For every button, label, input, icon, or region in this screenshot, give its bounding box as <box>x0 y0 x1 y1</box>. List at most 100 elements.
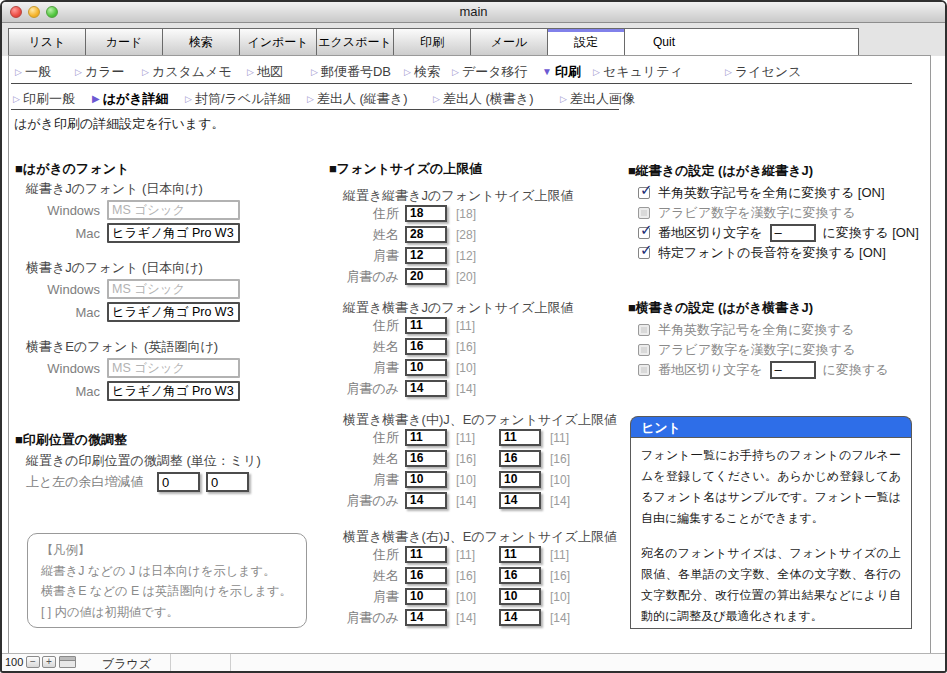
font-size-input[interactable]: 10 <box>499 471 541 488</box>
checkbox-fullwidth-vertical[interactable] <box>638 187 650 199</box>
nav-postal-db[interactable]: ▷郵便番号DB <box>311 63 391 81</box>
zoom-in-button[interactable]: + <box>42 656 56 668</box>
tab-list[interactable]: リスト <box>8 28 86 56</box>
layout-mode-icon[interactable] <box>59 656 76 668</box>
windows-font-input[interactable]: MS ゴシック <box>107 358 240 378</box>
nav-sender-vertical[interactable]: ▷差出人 (縦書き) <box>307 90 408 108</box>
nav-security[interactable]: ▷セキュリティ <box>593 63 683 81</box>
font-size-input[interactable]: 11 <box>499 429 541 446</box>
font-size-input[interactable]: 10 <box>499 588 541 605</box>
triangle-right-icon: ▷ <box>560 94 567 104</box>
font-size-input[interactable]: 20 <box>405 268 447 285</box>
checkbox-kansuji-vertical[interactable] <box>638 207 650 219</box>
font-size-input[interactable]: 16 <box>405 567 447 584</box>
font-size-input[interactable]: 14 <box>405 492 447 509</box>
nav-general[interactable]: ▷一般 <box>15 63 51 81</box>
mac-font-input[interactable]: ヒラギノ角ゴ Pro W3 <box>107 302 240 322</box>
nav-color[interactable]: ▷カラー <box>75 63 125 81</box>
font-size-input[interactable]: 11 <box>499 546 541 563</box>
margin-left-input[interactable]: 0 <box>206 472 249 492</box>
divider <box>230 654 231 671</box>
nav-search[interactable]: ▷検索 <box>404 63 440 81</box>
font-size-input[interactable]: 28 <box>405 226 447 243</box>
windows-font-input[interactable]: MS ゴシック <box>107 200 240 220</box>
nav-data-migration[interactable]: ▷データ移行 <box>452 63 528 81</box>
zoom-level: 100 <box>5 656 23 668</box>
separator-char-input[interactable]: – <box>770 224 816 242</box>
tab-settings[interactable]: 設定 <box>547 28 625 57</box>
tab-export[interactable]: エクスポート <box>316 28 394 56</box>
margin-top-input[interactable]: 0 <box>157 472 200 492</box>
nav-print-general[interactable]: ▷印刷一般 <box>13 90 75 108</box>
triangle-right-icon: ▷ <box>75 67 82 77</box>
font-size-input[interactable]: 10 <box>405 471 447 488</box>
checkbox-fullwidth-horizontal[interactable] <box>638 324 650 336</box>
nav-custom-memo[interactable]: ▷カスタムメモ <box>142 63 232 81</box>
triangle-right-icon: ▷ <box>247 67 254 77</box>
nav-print[interactable]: ▼印刷 <box>542 63 581 81</box>
font-size-input[interactable]: 14 <box>499 609 541 626</box>
section-print-position: ■印刷位置の微調整 <box>15 431 325 449</box>
triangle-right-icon: ▷ <box>593 67 600 77</box>
triangle-right-icon: ▷ <box>15 67 22 77</box>
divider <box>170 654 171 671</box>
window-title: main <box>2 4 945 19</box>
tab-print[interactable]: 印刷 <box>393 28 471 56</box>
triangle-right-icon: ▷ <box>311 67 318 77</box>
triangle-right-icon: ▷ <box>433 94 440 104</box>
checkbox-choonpu-vertical[interactable] <box>638 247 650 259</box>
tab-mail[interactable]: メール <box>470 28 548 56</box>
tab-card[interactable]: カード <box>85 28 163 56</box>
status-bar: 100 − + ブラウズ <box>2 653 945 671</box>
windows-font-input[interactable]: MS ゴシック <box>107 279 240 299</box>
nav-hagaki-detail[interactable]: ▶はがき詳細 <box>92 90 169 108</box>
checkbox-kansuji-horizontal[interactable] <box>638 344 650 356</box>
separator-char-input[interactable]: – <box>770 361 816 379</box>
hint-box: ヒント フォント一覧にお手持ちのフォントのフルネームを登録してください。あらかじ… <box>630 416 912 629</box>
nav-sender-horizontal[interactable]: ▷差出人 (横書き) <box>433 90 534 108</box>
triangle-right-icon: ▷ <box>452 67 459 77</box>
font-size-input[interactable]: 10 <box>405 359 447 376</box>
checkbox-separator-vertical[interactable] <box>638 227 650 239</box>
font-size-input[interactable]: 14 <box>405 380 447 397</box>
font-size-input[interactable]: 11 <box>405 317 447 334</box>
app-window: main リスト カード 検索 インポート エクスポート 印刷 メール 設定 Q… <box>0 0 947 673</box>
tab-search[interactable]: 検索 <box>162 28 240 56</box>
size-group-2: 横置き横書き(中)J、Eのフォントサイズ上限値 住所11[11]11[11] 姓… <box>329 411 629 509</box>
font-size-input[interactable]: 16 <box>405 450 447 467</box>
mac-font-input[interactable]: ヒラギノ角ゴ Pro W3 <box>107 223 240 243</box>
font-size-input[interactable]: 14 <box>499 492 541 509</box>
hint-title: ヒント <box>630 416 912 437</box>
mode-label: ブラウズ <box>102 656 151 673</box>
mac-font-input[interactable]: ヒラギノ角ゴ Pro W3 <box>107 381 240 401</box>
checkbox-separator-horizontal[interactable] <box>638 364 650 376</box>
font-size-input[interactable]: 16 <box>405 338 447 355</box>
tab-band: リスト カード 検索 インポート エクスポート 印刷 メール 設定 Quit <box>2 23 945 56</box>
tab-quit[interactable]: Quit <box>624 28 859 56</box>
font-size-input[interactable]: 16 <box>499 567 541 584</box>
legend-box: 【凡例】 縦書きJ などの J は日本向けを示します。 横書きE などの E は… <box>27 533 307 628</box>
font-size-input[interactable]: 11 <box>405 429 447 446</box>
font-size-input[interactable]: 18 <box>405 205 447 222</box>
font-size-input[interactable]: 10 <box>405 588 447 605</box>
font-size-input[interactable]: 14 <box>405 609 447 626</box>
nav-envelope-label[interactable]: ▷封筒/ラベル詳細 <box>185 90 290 108</box>
nav-map[interactable]: ▷地図 <box>247 63 283 81</box>
triangle-right-icon: ▷ <box>185 94 192 104</box>
section-horizontal-settings: ■横書きの設定 (はがき横書きJ) <box>628 299 928 317</box>
font-size-input[interactable]: 11 <box>405 546 447 563</box>
triangle-down-icon: ▼ <box>542 66 552 77</box>
page-description: はがき印刷の詳細設定を行います。 <box>14 115 224 133</box>
size-group-3: 横置き横書き(右)J、Eのフォントサイズ上限値 住所11[11]11[11] 姓… <box>329 528 629 626</box>
nav-license[interactable]: ▷ライセンス <box>725 63 801 81</box>
divider <box>11 109 619 110</box>
size-group-1: 縦置き横書きJのフォントサイズ上限値 住所11[11] 姓名16[16] 肩書1… <box>329 299 629 397</box>
font-group-horizontal-e: 横書きEのフォント (英語圏向け) Windows MS ゴシック Mac ヒラ… <box>15 338 325 401</box>
tab-import[interactable]: インポート <box>239 28 317 56</box>
triangle-right-icon: ▷ <box>13 94 20 104</box>
title-bar: main <box>2 2 945 23</box>
font-size-input[interactable]: 12 <box>405 247 447 264</box>
zoom-out-button[interactable]: − <box>26 656 40 668</box>
nav-sender-image[interactable]: ▷差出人画像 <box>560 90 635 108</box>
font-size-input[interactable]: 16 <box>499 450 541 467</box>
